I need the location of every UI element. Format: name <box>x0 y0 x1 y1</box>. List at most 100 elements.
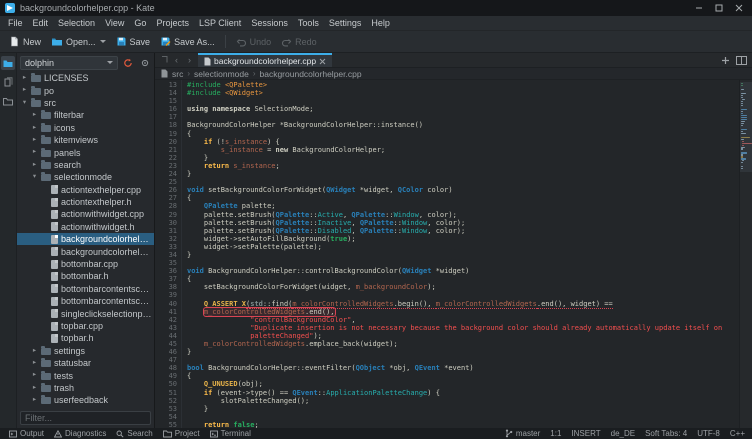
code-line-28[interactable]: QPalette palette; <box>187 202 739 210</box>
tree-item-bottombarcontentscontainer-cpp[interactable]: bottombarcontentscontainer.cpp <box>17 283 154 295</box>
tree-item-settings[interactable]: ▸settings <box>17 345 154 357</box>
code-line-27[interactable]: { <box>187 194 739 202</box>
code-line-46[interactable]: } <box>187 348 739 356</box>
tree-item-po[interactable]: ▸po <box>17 84 154 96</box>
code-line-15[interactable] <box>187 97 739 105</box>
tree-item-src[interactable]: ▾src <box>17 97 154 109</box>
tree-item-singleclickselectionproxystyle-h[interactable]: singleclickselectionproxystyle.h <box>17 307 154 319</box>
chevron-right-icon[interactable]: ▸ <box>21 87 28 94</box>
sidebar-button-filesystem[interactable] <box>1 94 15 108</box>
menu-item-view[interactable]: View <box>100 17 129 29</box>
menu-item-projects[interactable]: Projects <box>151 17 194 29</box>
project-reload-button[interactable] <box>120 56 135 70</box>
menu-item-tools[interactable]: Tools <box>293 17 324 29</box>
sidebar-button-projects[interactable] <box>1 56 15 70</box>
code-line-45[interactable]: m_colorControlledWidgets.emplace_back(wi… <box>187 340 739 348</box>
line-numbers[interactable]: 1314151617181920212223242526272829303132… <box>155 80 182 428</box>
forward-button[interactable]: › <box>184 55 195 66</box>
minimize-button[interactable] <box>694 3 704 13</box>
tab-close-icon[interactable] <box>319 58 326 65</box>
breadcrumb-item-file[interactable]: backgroundcolorhelper.cpp <box>260 69 362 79</box>
code-line-50[interactable]: Q_UNUSED(obj); <box>187 380 739 388</box>
cursor-position[interactable]: 1:1 <box>550 429 561 438</box>
chevron-right-icon[interactable]: ▸ <box>31 125 38 132</box>
chevron-down-icon[interactable]: ▾ <box>21 100 28 107</box>
dictionary-indicator[interactable]: de_DE <box>611 429 635 438</box>
code-line-53[interactable]: } <box>187 405 739 413</box>
input-mode[interactable]: INSERT <box>571 429 600 438</box>
code-line-32[interactable]: widget->setAutoFillBackground(true); <box>187 235 739 243</box>
tree-item-search[interactable]: ▸search <box>17 159 154 171</box>
code-line-38[interactable]: setBackgroundColorForWidget(widget, m_ba… <box>187 283 739 291</box>
menu-item-lsp-client[interactable]: LSP Client <box>194 17 246 29</box>
code-line-14[interactable]: #include <QWidget> <box>187 89 739 97</box>
code-line-54[interactable] <box>187 413 739 421</box>
open-button[interactable]: Open... <box>46 34 111 49</box>
code-line-18[interactable]: BackgroundColorHelper *BackgroundColorHe… <box>187 121 739 129</box>
tree-item-panels[interactable]: ▸panels <box>17 146 154 158</box>
code-line-51[interactable]: if (event->type() == QEvent::Application… <box>187 389 739 397</box>
maximize-button[interactable] <box>714 3 724 13</box>
project-options-button[interactable] <box>137 56 152 70</box>
code-line-47[interactable] <box>187 356 739 364</box>
tab-mode-indicator[interactable]: Soft Tabs: 4 <box>645 429 687 438</box>
code-line-30[interactable]: palette.setBrush(QPalette::Inactive, QPa… <box>187 219 739 227</box>
menu-item-go[interactable]: Go <box>129 17 151 29</box>
tab-backgroundcolorhelper[interactable]: backgroundcolorhelper.cpp <box>198 53 332 67</box>
tree-item-icons[interactable]: ▸icons <box>17 122 154 134</box>
menu-item-sessions[interactable]: Sessions <box>246 17 293 29</box>
code-line-19[interactable]: { <box>187 130 739 138</box>
chevron-right-icon[interactable]: ▸ <box>31 397 38 404</box>
tree-item-tests[interactable]: ▸tests <box>17 369 154 381</box>
code-line-48[interactable]: bool BackgroundColorHelper::eventFilter(… <box>187 364 739 372</box>
code-line-41[interactable]: m_colorControlledWidgets.end(), <box>187 308 739 316</box>
chevron-down-icon[interactable]: ▾ <box>31 174 38 181</box>
code-line-16[interactable]: using namespace SelectionMode; <box>187 105 739 113</box>
tree-item-statusbar[interactable]: ▸statusbar <box>17 357 154 369</box>
tree-item-actiontexthelper-cpp[interactable]: actiontexthelper.cpp <box>17 184 154 196</box>
chevron-right-icon[interactable]: ▸ <box>21 75 28 82</box>
minimap[interactable] <box>739 80 752 428</box>
chevron-right-icon[interactable]: ▸ <box>31 348 38 355</box>
menu-item-file[interactable]: File <box>3 17 28 29</box>
chevron-right-icon[interactable]: ▸ <box>31 162 38 169</box>
code-line-31[interactable]: palette.setBrush(QPalette::Disabled, QPa… <box>187 227 739 235</box>
new-button[interactable]: New <box>4 34 46 49</box>
tree-item-actionwithwidget-cpp[interactable]: actionwithwidget.cpp <box>17 208 154 220</box>
diagnostics-tool-button[interactable]: Diagnostics <box>49 428 111 439</box>
output-tool-button[interactable]: Output <box>4 428 49 439</box>
code-line-42[interactable]: "controlBackgroundColor", <box>187 316 739 324</box>
code-line-52[interactable]: slotPaletteChanged(); <box>187 397 739 405</box>
menu-item-selection[interactable]: Selection <box>53 17 100 29</box>
filter-input[interactable] <box>20 411 151 425</box>
git-branch-indicator[interactable]: master <box>505 429 540 438</box>
save-as-button[interactable]: Save As... <box>155 34 220 49</box>
tree-item-topbar-h[interactable]: topbar.h <box>17 332 154 344</box>
code-line-24[interactable]: } <box>187 170 739 178</box>
search-tool-button[interactable]: Search <box>111 428 157 439</box>
minimap-viewport[interactable] <box>740 82 752 172</box>
tree-item-selectionmode[interactable]: ▾selectionmode <box>17 171 154 183</box>
tree-item-bottombar-h[interactable]: bottombar.h <box>17 270 154 282</box>
chevron-right-icon[interactable]: ▸ <box>31 137 38 144</box>
split-view-icon[interactable] <box>736 56 747 65</box>
chevron-right-icon[interactable]: ▸ <box>31 360 38 367</box>
code-line-55[interactable]: return false; <box>187 421 739 428</box>
code-line-17[interactable] <box>187 113 739 121</box>
code-line-40[interactable]: Q_ASSERT_X(std::find(m_colorControlledWi… <box>187 300 739 308</box>
save-button[interactable]: Save <box>111 34 156 49</box>
terminal-tool-button[interactable]: Terminal <box>205 428 256 439</box>
encoding-indicator[interactable]: UTF-8 <box>697 429 720 438</box>
code-line-36[interactable]: void BackgroundColorHelper::controlBackg… <box>187 267 739 275</box>
project-tree[interactable]: ▸LICENSES▸po▾src▸filterbar▸icons▸kitemvi… <box>17 71 154 409</box>
tree-item-actionwithwidget-h[interactable]: actionwithwidget.h <box>17 221 154 233</box>
tree-item-backgroundcolorhelper-cpp[interactable]: backgroundcolorhelper.cpp <box>17 233 154 245</box>
code-line-44[interactable]: paletteChanged"); <box>187 332 739 340</box>
code-line-35[interactable] <box>187 259 739 267</box>
highlight-mode-indicator[interactable]: C++ <box>730 429 745 438</box>
menu-item-help[interactable]: Help <box>366 17 395 29</box>
code-line-26[interactable]: void setBackgroundColorForWidget(QWidget… <box>187 186 739 194</box>
code-line-25[interactable] <box>187 178 739 186</box>
code-line-33[interactable]: widget->setPalette(palette); <box>187 243 739 251</box>
menu-item-edit[interactable]: Edit <box>28 17 54 29</box>
